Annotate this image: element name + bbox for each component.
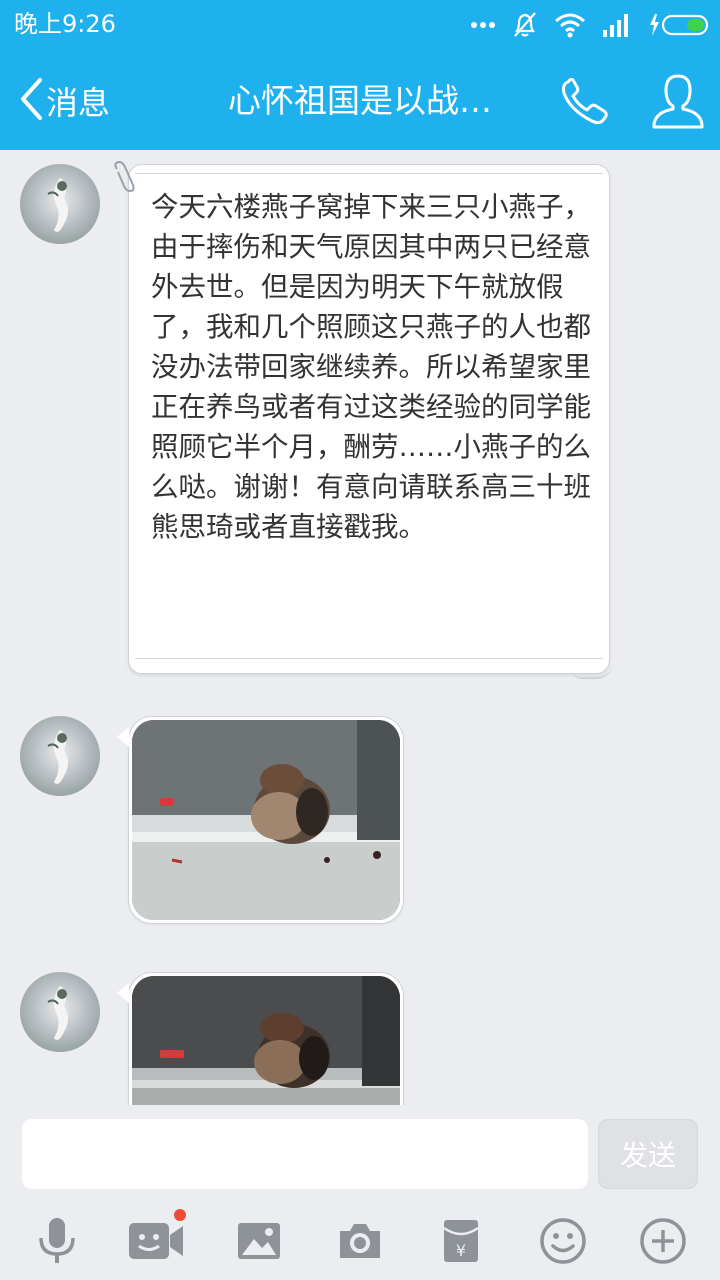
image-message[interactable] — [117, 972, 404, 1105]
video-call-icon — [128, 1209, 186, 1265]
chat-title: 心怀祖国是以战… — [228, 81, 492, 120]
plus-icon — [639, 1217, 687, 1269]
svg-text:¥: ¥ — [456, 1241, 466, 1260]
microphone-icon — [35, 1216, 79, 1270]
back-button[interactable]: 消息 — [18, 76, 110, 126]
status-time: 晚上9:26 — [14, 10, 116, 38]
paperclip-icon — [109, 159, 143, 197]
call-button[interactable] — [558, 76, 614, 128]
chevron-left-icon — [18, 77, 44, 125]
picture-icon — [236, 1221, 282, 1265]
video-call-button[interactable] — [128, 1209, 186, 1269]
chat-header: 消息 心怀祖国是以战… — [0, 50, 720, 150]
picture-button[interactable] — [233, 1217, 285, 1269]
signal-icon — [602, 12, 632, 38]
emoji-button[interactable] — [537, 1217, 589, 1269]
message-input[interactable] — [22, 1119, 588, 1189]
mute-bell-icon — [512, 11, 538, 39]
wifi-icon — [554, 12, 586, 38]
camera-button[interactable] — [334, 1217, 386, 1269]
battery-charging-icon — [648, 12, 710, 38]
message-text: 今天六楼燕子窝掉下来三只小燕子，由于摔伤和天气原因其中两只已经意外去世。但是因为… — [151, 191, 591, 543]
profile-button[interactable] — [650, 72, 706, 130]
status-icons — [470, 10, 710, 40]
more-options-button[interactable] — [637, 1217, 689, 1269]
sender-avatar[interactable] — [20, 716, 100, 796]
emoji-icon — [539, 1217, 587, 1269]
image-message[interactable] — [117, 716, 404, 924]
voice-button[interactable] — [31, 1217, 83, 1269]
camera-icon — [336, 1221, 384, 1265]
message-list[interactable]: 今天六楼燕子窝掉下来三只小燕子，由于摔伤和天气原因其中两只已经意外去世。但是因为… — [0, 150, 720, 1105]
composer: 发送 — [0, 1105, 720, 1205]
send-button[interactable]: 发送 — [598, 1119, 698, 1189]
back-label: 消息 — [46, 84, 111, 122]
red-packet-button[interactable]: ¥ — [435, 1217, 487, 1269]
new-badge-dot — [174, 1209, 186, 1221]
status-bar: 晚上9:26 — [0, 0, 720, 50]
sender-avatar[interactable] — [20, 164, 100, 244]
red-packet-icon: ¥ — [442, 1218, 480, 1268]
more-dots-icon — [470, 21, 496, 29]
phone-icon — [558, 77, 614, 132]
swallow-photo[interactable] — [132, 976, 400, 1105]
person-icon — [650, 74, 706, 134]
page-curl-decoration — [573, 663, 613, 679]
message-bubble[interactable]: 今天六楼燕子窝掉下来三只小燕子，由于摔伤和天气原因其中两只已经意外去世。但是因为… — [114, 160, 613, 679]
sender-avatar[interactable] — [20, 972, 100, 1052]
swallow-photo[interactable] — [132, 720, 400, 920]
input-toolbar: ¥ — [0, 1205, 720, 1280]
